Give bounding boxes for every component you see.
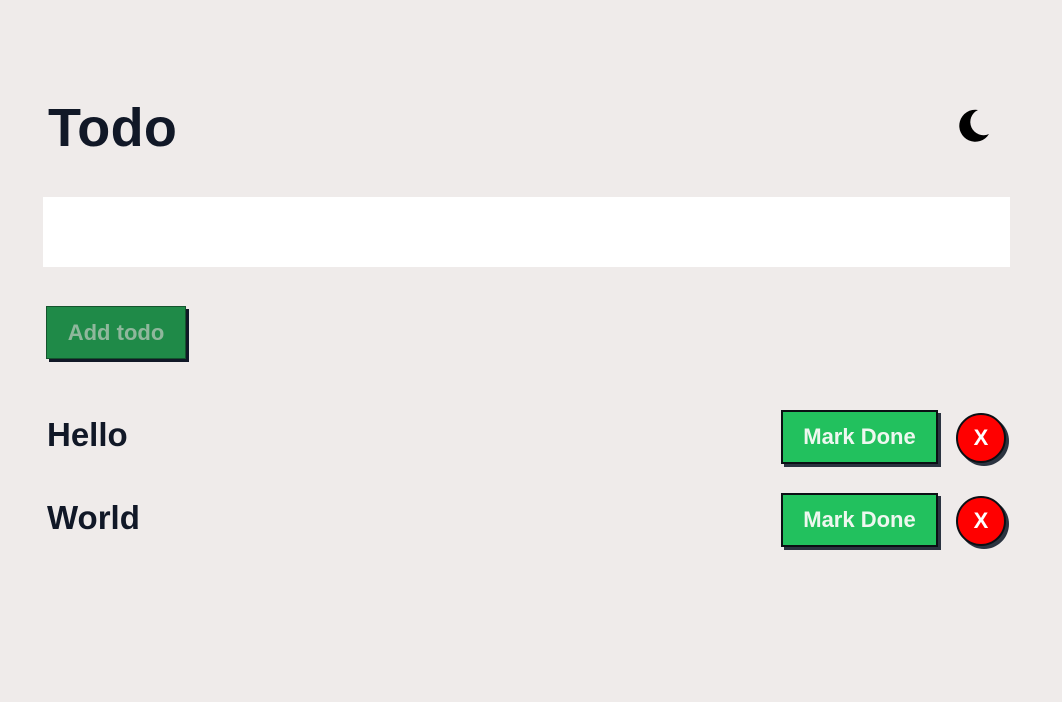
moon-icon <box>951 104 995 148</box>
delete-todo-button[interactable]: X <box>956 496 1006 546</box>
theme-toggle-button[interactable] <box>951 104 995 148</box>
todo-item: World Mark Done X <box>43 488 1010 571</box>
mark-done-button[interactable]: Mark Done <box>781 410 938 464</box>
delete-todo-button[interactable]: X <box>956 413 1006 463</box>
todo-text: Hello <box>47 416 128 453</box>
add-todo-button[interactable]: Add todo <box>46 306 186 359</box>
todo-input[interactable] <box>43 197 1010 267</box>
page-title: Todo <box>48 98 178 158</box>
todo-item: Hello Mark Done X <box>43 405 1010 488</box>
todo-list: Hello Mark Done X World Mark Done X <box>43 405 1010 571</box>
todo-app: Todo Add todo Hello Mark Done X World Ma… <box>43 0 1010 702</box>
mark-done-button[interactable]: Mark Done <box>781 493 938 547</box>
todo-text: World <box>47 499 140 536</box>
header: Todo <box>43 96 1010 160</box>
